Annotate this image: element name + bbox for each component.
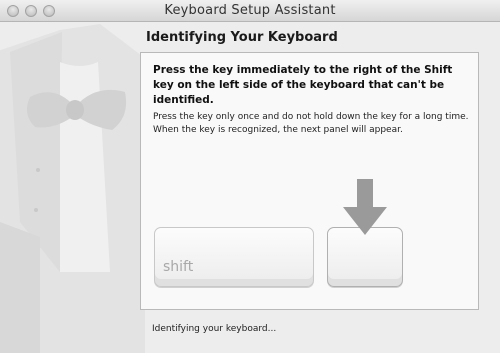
- shift-key-illustration: shift: [154, 227, 314, 287]
- title-bar[interactable]: Keyboard Setup Assistant: [0, 0, 500, 22]
- keyboard-setup-window: Keyboard Setup Assistant Identifying You…: [0, 0, 500, 353]
- tuxedo-bowtie-icon: [0, 24, 145, 353]
- page-heading: Identifying Your Keyboard: [146, 30, 338, 45]
- instruction-panel: Press the key immediately to the right o…: [140, 52, 479, 310]
- down-arrow-icon: [343, 179, 387, 235]
- note-text: Press the key only once and do not hold …: [153, 112, 469, 135]
- shift-key-label: shift: [163, 259, 194, 275]
- window-title: Keyboard Setup Assistant: [164, 3, 336, 18]
- status-text: Identifying your keyboard...: [152, 324, 277, 334]
- instruction-text: Press the key immediately to the right o…: [153, 64, 453, 106]
